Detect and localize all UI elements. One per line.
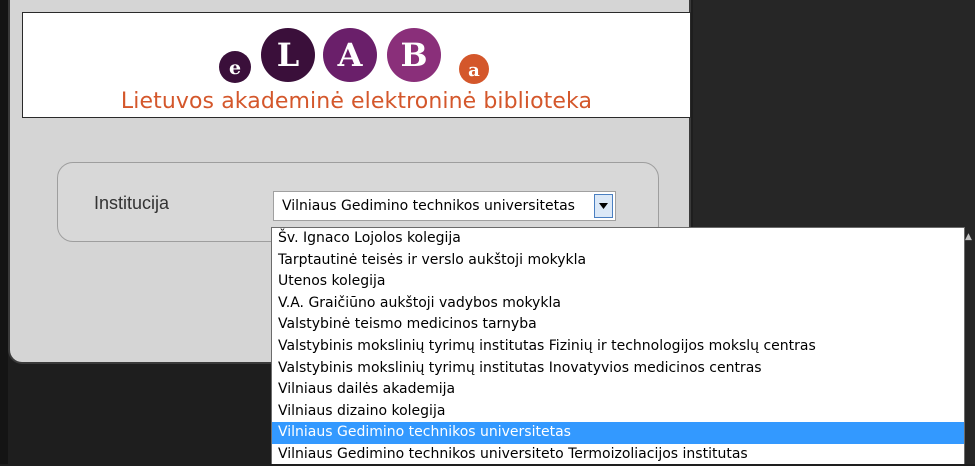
institution-select[interactable]: Vilniaus Gedimino technikos universiteta… — [273, 191, 616, 221]
dropdown-option[interactable]: Valstybinė teismo medicinos tarnyba — [272, 314, 964, 336]
logo-letter-e: e — [229, 57, 241, 79]
dropdown-option-selected[interactable]: Vilniaus Gedimino technikos universiteta… — [272, 422, 964, 444]
dropdown-option[interactable]: Šv. Ignaco Lojolos kolegija — [272, 228, 964, 250]
logo-letter-small-a: a — [468, 60, 480, 81]
chevron-down-icon — [599, 203, 608, 209]
dropdown-option[interactable]: Vilniaus dailės akademija — [272, 379, 964, 401]
institution-label: Institucija — [94, 193, 170, 213]
logo-letter-a: A — [337, 36, 364, 74]
site-subtitle: Lietuvos akademinė elektroninė bibliotek… — [120, 89, 593, 114]
dropdown-option[interactable]: Vilniaus dizaino kolegija — [272, 401, 964, 423]
dropdown-button[interactable] — [594, 194, 613, 218]
header-banner: e L A B a Lietuvos akademinė elektroninė… — [22, 12, 691, 118]
logo-letter-l: L — [277, 36, 300, 74]
dropdown-option[interactable]: Valstybinis mokslinių tyrimų institutas … — [272, 336, 964, 358]
left-edge — [0, 0, 8, 464]
logo-letter-b: B — [400, 36, 427, 74]
institution-dropdown-list[interactable]: Šv. Ignaco Lojolos kolegija Tarptautinė … — [271, 227, 965, 464]
institution-select-value: Vilniaus Gedimino technikos universiteta… — [282, 198, 575, 214]
dropdown-option[interactable]: Vilniaus Gedimino technikos universiteto… — [272, 444, 964, 466]
dropdown-option[interactable]: Valstybinis mokslinių tyrimų institutas … — [272, 358, 964, 380]
dropdown-option[interactable]: Utenos kolegija — [272, 271, 964, 293]
dropdown-option[interactable]: Tarptautinė teisės ir verslo aukštoji mo… — [272, 250, 964, 272]
elaba-logo: e L A B a — [219, 28, 489, 84]
dropdown-option[interactable]: V.A. Graičiūno aukštoji vadybos mokykla — [272, 293, 964, 315]
scroll-up-icon[interactable]: ▲ — [965, 232, 975, 244]
